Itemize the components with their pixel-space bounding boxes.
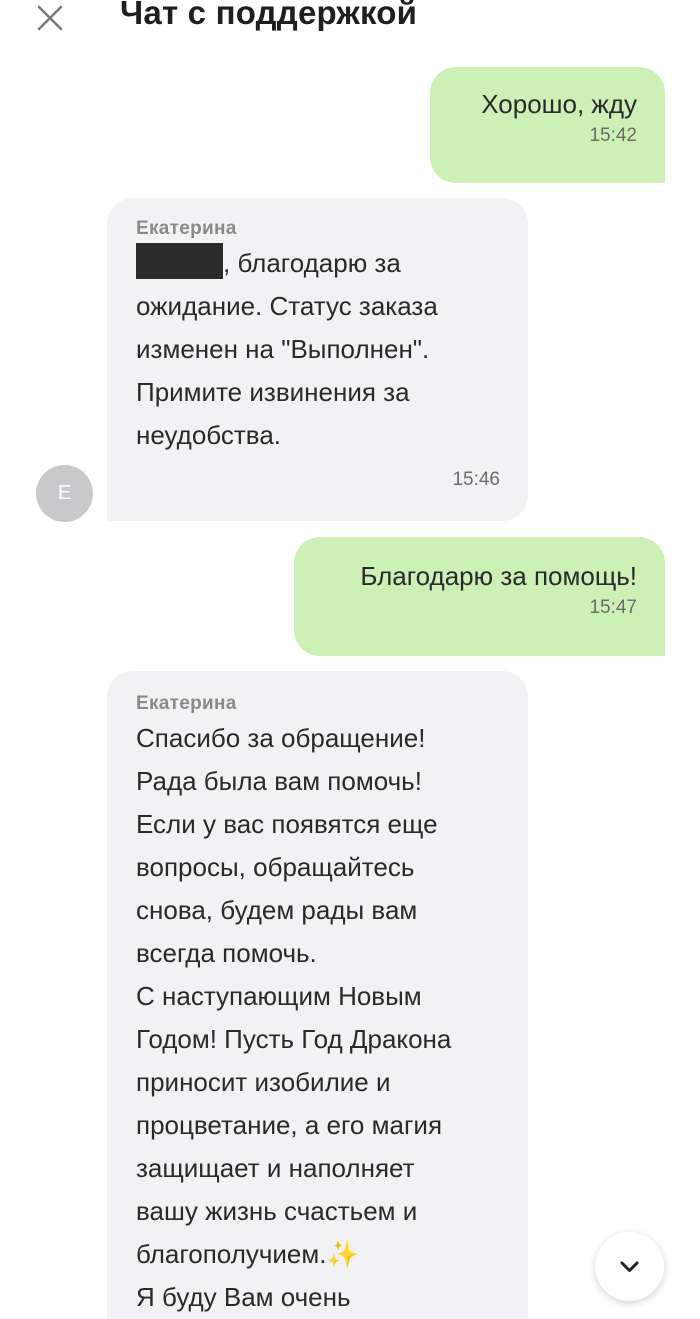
- close-icon: [37, 5, 63, 31]
- message-incoming[interactable]: Екатерина Спасибо за обращение! Рада был…: [107, 671, 528, 1319]
- avatar: Е: [36, 465, 93, 522]
- message-text: Хорошо, жду: [481, 89, 637, 119]
- chevron-down-icon: [620, 1261, 639, 1272]
- sender-name: Екатерина: [136, 693, 237, 714]
- message-outgoing[interactable]: Хорошо, жду 15:42: [430, 67, 665, 183]
- message-time: 15:42: [589, 125, 637, 146]
- sender-name: Екатерина: [136, 218, 237, 239]
- message-outgoing[interactable]: Благодарю за помощь! 15:47: [294, 537, 665, 656]
- message-text: Спасибо за обращение! Рада была вам помо…: [136, 723, 452, 1312]
- message-incoming[interactable]: Екатерина , благодарю за ожидание. Стату…: [107, 198, 528, 521]
- scroll-to-bottom-button[interactable]: [595, 1232, 664, 1301]
- page-title: Чат с поддержкой: [120, 0, 418, 31]
- message-time: 15:46: [452, 469, 500, 490]
- message-text: , благодарю за ожидание. Статус заказа и…: [136, 242, 500, 457]
- redacted-name: [136, 243, 223, 279]
- close-button[interactable]: [34, 2, 66, 34]
- message-time: 15:47: [589, 597, 637, 618]
- chat-header: Чат с поддержкой: [0, 0, 700, 44]
- message-text: Благодарю за помощь!: [360, 561, 637, 591]
